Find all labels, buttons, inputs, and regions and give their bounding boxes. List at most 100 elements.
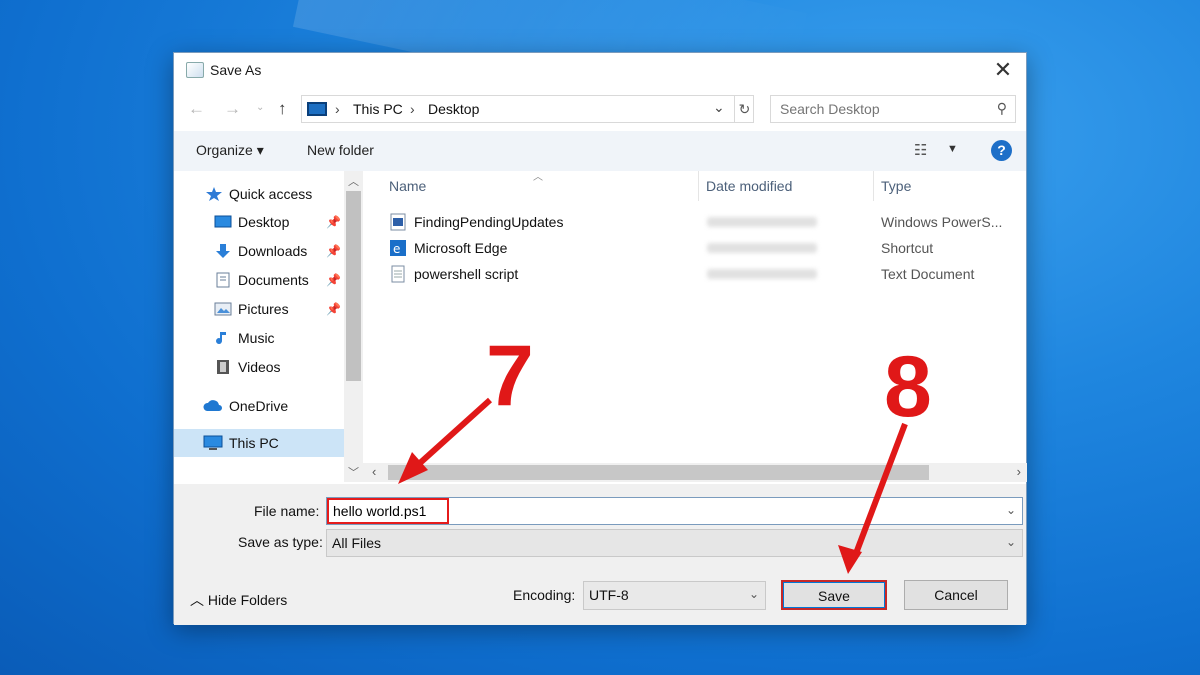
pin-icon[interactable]: 📌 <box>326 215 341 229</box>
scroll-up-icon[interactable]: ︿ <box>348 173 359 189</box>
close-button[interactable]: ✕ <box>980 53 1026 87</box>
sidebar-item-label: Pictures <box>238 301 289 317</box>
scroll-right-icon[interactable]: › <box>1017 464 1021 479</box>
file-name-label: File name: <box>254 503 320 519</box>
documents-icon <box>216 272 230 288</box>
column-divider[interactable] <box>698 171 699 201</box>
sort-ascending-icon: ︿ <box>533 172 543 183</box>
breadcrumb-separator[interactable]: › <box>410 101 415 117</box>
breadcrumb-this-pc[interactable]: This PC <box>353 101 403 117</box>
star-icon <box>206 187 222 201</box>
this-pc-icon <box>203 435 223 450</box>
dialog-title: Save As <box>210 62 262 78</box>
download-icon <box>216 244 230 258</box>
address-bar[interactable]: › This PC › Desktop ⌄ ↻ <box>301 95 754 123</box>
up-arrow-icon[interactable]: ↑ <box>278 99 287 119</box>
back-arrow-icon[interactable]: ← <box>188 99 205 119</box>
navigation-pane: Quick access Desktop 📌 Downloads 📌 Docum… <box>174 171 344 482</box>
file-list: ︿ Name Date modified Type FindingPending… <box>363 171 1027 482</box>
file-row[interactable]: powershell script Text Document <box>363 261 1027 287</box>
sidebar-item-label: Desktop <box>238 214 290 230</box>
powershell-file-icon <box>390 213 406 231</box>
save-as-type-label: Save as type: <box>238 534 323 550</box>
save-as-type-select[interactable]: All Files ⌄ <box>326 529 1023 557</box>
hide-folders-button[interactable]: ︿ Hide Folders <box>190 590 287 610</box>
pin-icon[interactable]: 📌 <box>326 244 341 258</box>
cancel-button[interactable]: Cancel <box>904 580 1008 610</box>
save-as-type-value: All Files <box>332 535 382 551</box>
file-list-scrollbar[interactable]: ‹ › <box>363 463 1027 482</box>
command-bar: Organize ▾ New folder ☷ ▼ ? <box>174 131 1026 171</box>
file-type: Text Document <box>881 266 975 282</box>
pin-icon[interactable]: 📌 <box>326 273 341 287</box>
recent-locations-icon[interactable]: ⌄ <box>256 102 264 113</box>
sidebar-item-label: Videos <box>238 359 281 375</box>
text-file-icon <box>391 265 405 283</box>
chevron-down-icon[interactable]: ⌄ <box>1006 535 1016 549</box>
column-header-date-modified[interactable]: Date modified <box>706 171 792 201</box>
navigation-scrollbar[interactable]: ︿ ﹀ <box>344 171 363 482</box>
column-divider[interactable] <box>873 171 874 201</box>
sidebar-item-videos[interactable]: Videos <box>174 354 344 380</box>
music-icon <box>216 332 226 345</box>
save-as-dialog: Save As ✕ ← → ⌄ ↑ › This PC › Desktop ⌄ … <box>173 52 1027 625</box>
pictures-icon <box>214 302 232 316</box>
file-name: powershell script <box>414 266 519 282</box>
file-name: Microsoft Edge <box>414 240 508 256</box>
scrollbar-thumb[interactable] <box>388 465 929 480</box>
sidebar-item-desktop[interactable]: Desktop 📌 <box>174 209 344 235</box>
hide-folders-label: Hide Folders <box>207 592 288 608</box>
sidebar-item-this-pc[interactable]: This PC <box>174 429 344 457</box>
sidebar-item-pictures[interactable]: Pictures 📌 <box>174 296 344 322</box>
scrollbar-thumb[interactable] <box>346 191 361 381</box>
sidebar-item-onedrive[interactable]: OneDrive <box>174 393 344 419</box>
chevron-down-icon[interactable]: ⌄ <box>749 587 759 601</box>
svg-text:e: e <box>393 242 400 256</box>
videos-icon <box>217 360 229 374</box>
help-button[interactable]: ? <box>991 140 1012 161</box>
column-header-type[interactable]: Type <box>881 171 911 201</box>
encoding-select[interactable]: UTF-8 ⌄ <box>583 581 766 610</box>
breadcrumb-separator[interactable]: › <box>335 101 340 117</box>
column-header-name[interactable]: Name <box>389 171 426 201</box>
file-date-blurred <box>707 243 817 253</box>
scroll-left-icon[interactable]: ‹ <box>372 464 376 479</box>
sidebar-item-label: Music <box>238 330 275 346</box>
sidebar-item-label: This PC <box>229 435 279 451</box>
sidebar-item-quick-access[interactable]: Quick access <box>174 181 344 207</box>
file-row[interactable]: e Microsoft Edge Shortcut <box>363 235 1027 261</box>
chevron-down-icon[interactable]: ⌄ <box>1006 503 1016 517</box>
save-button[interactable]: Save <box>781 580 887 610</box>
sidebar-item-downloads[interactable]: Downloads 📌 <box>174 238 344 264</box>
onedrive-icon <box>203 400 222 411</box>
scroll-down-icon[interactable]: ﹀ <box>348 464 359 480</box>
search-input[interactable] <box>780 101 980 117</box>
sidebar-item-documents[interactable]: Documents 📌 <box>174 267 344 293</box>
sidebar-item-music[interactable]: Music <box>174 325 344 351</box>
this-pc-icon <box>307 102 327 116</box>
annotation-highlight-box <box>327 498 449 524</box>
notepad-icon <box>186 62 204 78</box>
view-options-icon[interactable]: ☷ <box>914 141 927 159</box>
desktop-icon <box>214 215 232 228</box>
chevron-down-icon[interactable]: ⌄ <box>713 99 725 116</box>
forward-arrow-icon[interactable]: → <box>224 99 241 119</box>
file-date-blurred <box>707 217 817 227</box>
encoding-value: UTF-8 <box>589 587 629 603</box>
refresh-icon[interactable]: ↻ <box>734 96 754 122</box>
chevron-up-icon: ︿ <box>190 592 204 608</box>
breadcrumb-desktop[interactable]: Desktop <box>428 101 479 117</box>
new-folder-button[interactable]: New folder <box>307 142 374 158</box>
file-type: Windows PowerS... <box>881 214 1003 230</box>
view-dropdown-icon[interactable]: ▼ <box>947 143 958 155</box>
search-box[interactable]: ⚲ <box>770 95 1016 123</box>
edge-shortcut-icon: e <box>390 240 406 256</box>
pin-icon[interactable]: 📌 <box>326 302 341 316</box>
file-name: FindingPendingUpdates <box>414 214 564 230</box>
encoding-label: Encoding: <box>513 587 576 603</box>
search-icon[interactable]: ⚲ <box>997 100 1007 117</box>
title-bar: Save As ✕ <box>174 53 1026 89</box>
organize-button[interactable]: Organize ▾ <box>196 142 264 159</box>
annotation-step-8: 8 <box>884 339 932 435</box>
file-row[interactable]: FindingPendingUpdates Windows PowerS... <box>363 209 1027 235</box>
